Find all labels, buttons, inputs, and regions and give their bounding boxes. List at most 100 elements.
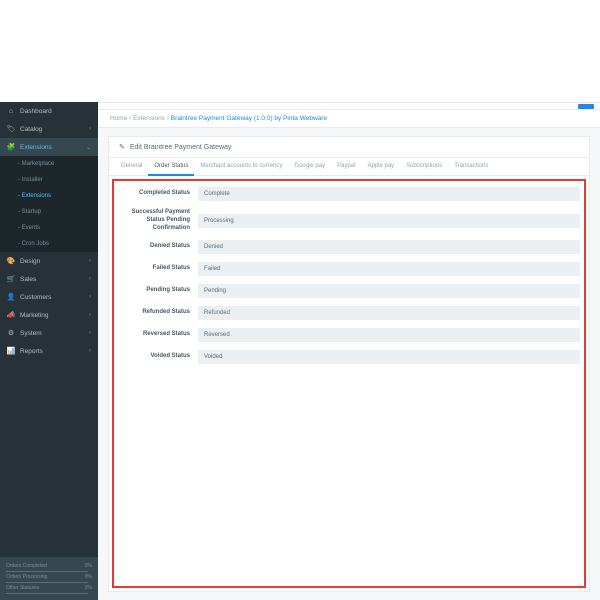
form-label: Failed Status (118, 265, 198, 273)
form-label: Voided Status (118, 353, 198, 361)
top-strip (98, 103, 600, 110)
nav-label: Customers (20, 294, 51, 301)
chevron-icon: › (89, 258, 91, 264)
form-field: Voided (198, 350, 580, 364)
status-select[interactable]: Pending (198, 284, 580, 298)
nav-icon: 🎨 (7, 257, 15, 265)
sidebar-item-system[interactable]: ⚙System› (0, 324, 98, 342)
form-label: Pending Status (118, 287, 198, 295)
nav-icon: 👤 (7, 293, 15, 301)
nav-label: Dashboard (20, 108, 52, 115)
tab-subscriptions[interactable]: Subscriptions (400, 158, 448, 175)
status-select[interactable]: Voided (198, 350, 580, 364)
tab-google-pay[interactable]: Google pay (288, 158, 331, 175)
sidebar: ⌂Dashboard🏷Catalog›🧩Extensions⌄- Marketp… (0, 102, 98, 600)
form-field: Processing (198, 214, 580, 228)
tab-general[interactable]: General (115, 158, 148, 175)
status-select[interactable]: Complete (198, 187, 580, 201)
nav-icon: 📣 (7, 311, 15, 319)
sidebar-item-reports[interactable]: 📊 Reports › (0, 342, 98, 360)
nav-label: Catalog (20, 126, 42, 133)
chevron-icon: › (89, 312, 91, 318)
nav-icon: 📊 (7, 347, 15, 355)
breadcrumb-home[interactable]: Home (110, 115, 127, 122)
nav-icon: ⌂ (7, 107, 15, 115)
tab-apple-pay[interactable]: Apple pay (361, 158, 400, 175)
sidebar-item-design[interactable]: 🎨 Design › (0, 252, 98, 270)
form-row: Reversed StatusReversed (118, 328, 580, 342)
nav-icon: 🛒 (7, 275, 15, 283)
tab-bar: GeneralOrder StatusMerchant accounts to … (109, 158, 589, 176)
tab-paypal[interactable]: Paypal (331, 158, 361, 175)
sidebar-item-customers[interactable]: 👤 Customers › (0, 288, 98, 306)
form-label: Reversed Status (118, 331, 198, 339)
sidebar-item-catalog[interactable]: 🏷 Catalog › (0, 120, 98, 138)
form-field: Reversed (198, 328, 580, 342)
form-row: Failed StatusFailed (118, 262, 580, 276)
nav-label: System (20, 330, 42, 337)
sidebar-sub-installer[interactable]: - Installer (0, 172, 98, 188)
form-row: Refunded StatusRefunded (118, 306, 580, 320)
form-row: Denied StatusDenied (118, 240, 580, 254)
chevron-icon: › (89, 294, 91, 300)
breadcrumb-current[interactable]: Braintree Payment Gateway (1.0.0) by Pin… (171, 115, 327, 122)
form-field: Pending (198, 284, 580, 298)
form-area: Completed StatusCompleteSuccessful Payme… (112, 179, 586, 588)
sidebar-item-dashboard[interactable]: ⌂ Dashboard (0, 102, 98, 120)
sidebar-submenu: - Marketplace - Installer - Extensions - St… (0, 156, 98, 252)
footer-label: Other Statuses (6, 585, 39, 591)
pencil-icon: ✎ (119, 143, 125, 151)
footer-val: 0% (85, 585, 92, 591)
breadcrumb: Home › Extensions › Braintree Payment Ga… (98, 110, 600, 128)
form-label: Successful Payment Status Pending Confir… (118, 209, 198, 232)
nav-label: Extensions (20, 144, 52, 151)
edit-panel: ✎ Edit Braintree Payment Gateway General… (108, 136, 590, 592)
status-select[interactable]: Processing (198, 214, 580, 228)
sidebar-item-sales[interactable]: 🛒 Sales › (0, 270, 98, 288)
sidebar-item-marketing[interactable]: 📣Marketing› (0, 306, 98, 324)
form-label: Denied Status (118, 243, 198, 251)
tab-order-status[interactable]: Order Status (148, 158, 194, 176)
nav-sub-label: - Marketplace (18, 161, 54, 167)
form-row: Successful Payment Status Pending Confir… (118, 209, 580, 232)
chevron-icon: › (89, 126, 91, 132)
sidebar-sub-extensions[interactable]: - Extensions (0, 188, 98, 204)
nav-label: Sales (20, 276, 36, 283)
sidebar-sub-cron-jobs[interactable]: - Cron Jobs (0, 236, 98, 252)
form-label: Completed Status (118, 190, 198, 198)
nav-icon: 🏷 (7, 125, 15, 133)
nav-label: Reports (20, 348, 43, 355)
form-row: Completed StatusComplete (118, 187, 580, 201)
sidebar-item-extensions[interactable]: 🧩Extensions⌄ (0, 138, 98, 156)
form-label: Refunded Status (118, 309, 198, 317)
chevron-icon: › (89, 348, 91, 354)
nav-sub-label: - Extensions (18, 193, 51, 199)
save-button[interactable] (578, 104, 594, 109)
breadcrumb-extensions[interactable]: Extensions (133, 115, 165, 122)
tab-transactions[interactable]: Transactions (448, 158, 494, 175)
nav-sub-label: - Events (18, 225, 40, 231)
nav-label: Design (20, 258, 40, 265)
nav-icon: 🧩 (7, 143, 15, 151)
status-select[interactable]: Denied (198, 240, 580, 254)
chevron-icon: › (89, 330, 91, 336)
sidebar-footer: Orders Completed 0% Orders Processing 0% O… (0, 557, 98, 600)
form-field: Denied (198, 240, 580, 254)
form-row: Pending StatusPending (118, 284, 580, 298)
panel-title: Edit Braintree Payment Gateway (130, 144, 232, 151)
form-field: Failed (198, 262, 580, 276)
chevron-icon: › (89, 276, 91, 282)
panel-header: ✎ Edit Braintree Payment Gateway (109, 137, 589, 158)
footer-val: 0% (85, 563, 92, 569)
status-select[interactable]: Failed (198, 262, 580, 276)
status-select[interactable]: Reversed (198, 328, 580, 342)
status-select[interactable]: Refunded (198, 306, 580, 320)
footer-label: Orders Processing (6, 574, 47, 580)
tab-merchant-accounts-to-currency[interactable]: Merchant accounts to currency (194, 158, 288, 175)
footer-val: 0% (85, 574, 92, 580)
sidebar-sub-startup[interactable]: - Startup (0, 204, 98, 220)
sidebar-sub-events[interactable]: - Events (0, 220, 98, 236)
sidebar-sub-marketplace[interactable]: - Marketplace (0, 156, 98, 172)
footer-label: Orders Completed (6, 563, 47, 569)
app-root: ⌂Dashboard🏷Catalog›🧩Extensions⌄- Marketp… (0, 102, 600, 600)
